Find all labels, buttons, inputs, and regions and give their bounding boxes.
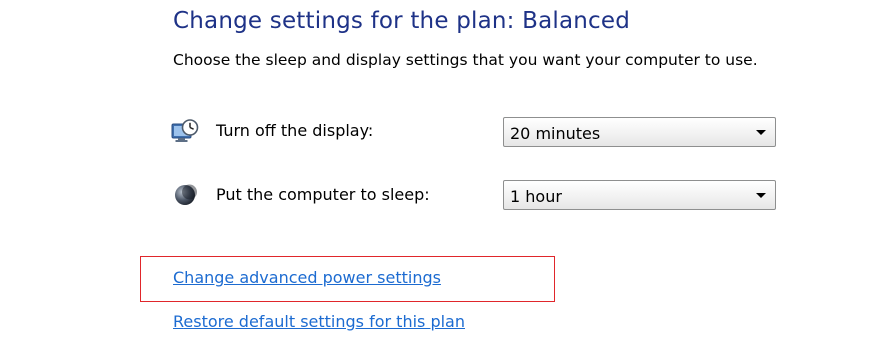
monitor-clock-icon <box>171 119 199 142</box>
page-description: Choose the sleep and display settings th… <box>173 51 758 69</box>
moon-sleep-icon <box>175 184 197 205</box>
sleep-dropdown[interactable]: 1 hour <box>503 180 776 210</box>
sleep-selected-value: 1 hour <box>510 187 562 206</box>
turn-off-display-label: Turn off the display: <box>216 121 374 140</box>
turn-off-display-selected-value: 20 minutes <box>510 124 601 143</box>
chevron-down-icon <box>756 130 766 135</box>
page-title: Change settings for the plan: Balanced <box>173 8 631 34</box>
change-advanced-power-settings-link[interactable]: Change advanced power settings <box>173 268 441 287</box>
restore-link-text: estore default settings for this plan <box>183 312 465 331</box>
restore-default-settings-link[interactable]: Restore default settings for this plan <box>173 312 465 331</box>
sleep-label: Put the computer to sleep: <box>216 185 430 204</box>
restore-access-key: R <box>173 312 184 331</box>
chevron-down-icon <box>756 193 766 198</box>
turn-off-display-dropdown[interactable]: 20 minutes <box>503 117 776 147</box>
